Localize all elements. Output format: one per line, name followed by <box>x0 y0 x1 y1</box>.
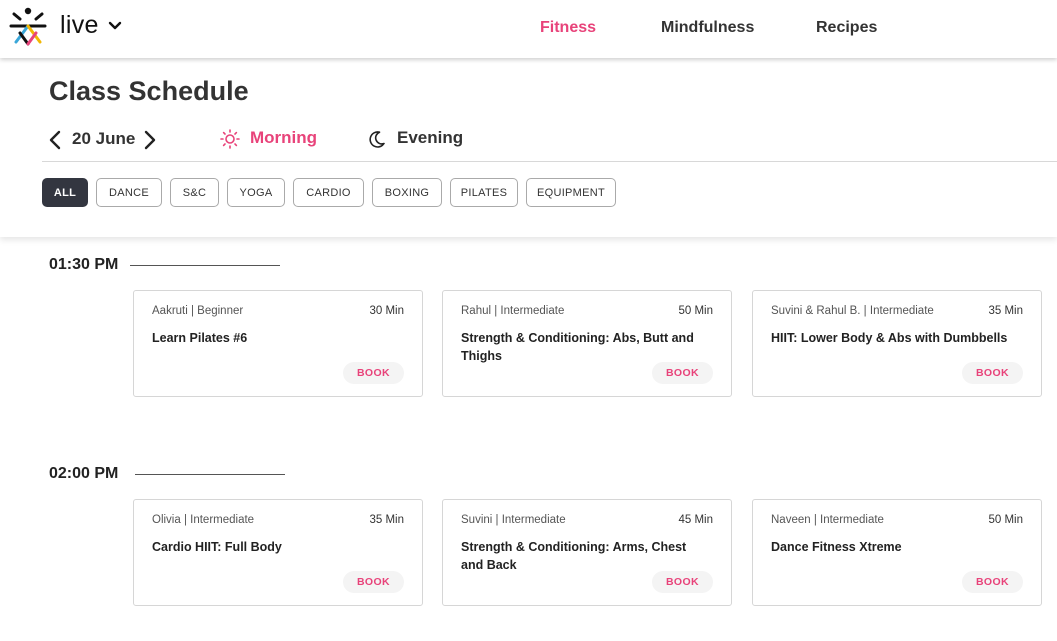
trainer-level: Naveen | Intermediate <box>771 514 884 526</box>
chevron-down-icon[interactable] <box>108 20 122 32</box>
class-title: HIIT: Lower Body & Abs with Dumbbells <box>771 331 1008 345</box>
sun-icon <box>220 129 240 149</box>
filter-chip-yoga[interactable]: YOGA <box>227 178 285 207</box>
class-title: Learn Pilates #6 <box>152 331 248 345</box>
class-duration: 30 Min <box>369 305 404 317</box>
class-duration: 35 Min <box>369 514 404 526</box>
filter-chip-all[interactable]: ALL <box>42 178 88 207</box>
brand-logo-icon[interactable] <box>8 6 48 48</box>
book-button[interactable]: BOOK <box>652 571 713 593</box>
header-divider <box>42 161 1057 162</box>
class-card[interactable]: Aakruti | Beginner 30 Min Learn Pilates … <box>133 290 423 397</box>
book-button[interactable]: BOOK <box>962 362 1023 384</box>
time-slot-label: 02:00 PM <box>49 465 119 482</box>
nav-mindfulness[interactable]: Mindfulness <box>661 19 754 37</box>
time-slot-label: 01:30 PM <box>49 256 119 273</box>
filter-chip-sc[interactable]: S&C <box>170 178 219 207</box>
class-title: Cardio HIIT: Full Body <box>152 540 282 554</box>
page-title: Class Schedule <box>49 76 249 106</box>
filter-chip-cardio[interactable]: CARDIO <box>293 178 364 207</box>
class-card[interactable]: Naveen | Intermediate 50 Min Dance Fitne… <box>752 499 1042 606</box>
trainer-level: Rahul | Intermediate <box>461 305 565 317</box>
time-slot-divider <box>130 265 280 266</box>
filter-chip-pilates[interactable]: PILATES <box>450 178 518 207</box>
chevron-right-icon[interactable] <box>143 130 157 150</box>
selected-date: 20 June <box>72 129 136 148</box>
class-card[interactable]: Rahul | Intermediate 50 Min Strength & C… <box>442 290 732 397</box>
brand-name[interactable]: live <box>60 11 99 40</box>
book-button[interactable]: BOOK <box>652 362 713 384</box>
nav-recipes[interactable]: Recipes <box>816 19 877 37</box>
class-card[interactable]: Suvini & Rahul B. | Intermediate 35 Min … <box>752 290 1042 397</box>
class-duration: 45 Min <box>678 514 713 526</box>
class-card[interactable]: Olivia | Intermediate 35 Min Cardio HIIT… <box>133 499 423 606</box>
slot-label-morning: Morning <box>250 128 318 147</box>
filter-chip-boxing[interactable]: BOXING <box>372 178 442 207</box>
filter-chip-equipment[interactable]: EQUIPMENT <box>526 178 616 207</box>
slot-label-evening: Evening <box>397 128 464 147</box>
moon-icon <box>369 131 385 148</box>
time-slot-divider <box>135 474 285 475</box>
nav-fitness[interactable]: Fitness <box>540 19 596 37</box>
class-title: Strength & Conditioning: Abs, Butt and T… <box>461 331 694 363</box>
class-duration: 35 Min <box>988 305 1023 317</box>
class-card[interactable]: Suvini | Intermediate 45 Min Strength & … <box>442 499 732 606</box>
top-navigation-bar: live Fitness Mindfulness Recipes <box>0 0 1057 58</box>
class-title: Strength & Conditioning: Arms, Chest and… <box>461 540 687 572</box>
class-duration: 50 Min <box>678 305 713 317</box>
book-button[interactable]: BOOK <box>962 571 1023 593</box>
class-duration: 50 Min <box>988 514 1023 526</box>
trainer-level: Suvini | Intermediate <box>461 514 566 526</box>
chevron-left-icon[interactable] <box>48 130 62 150</box>
trainer-level: Olivia | Intermediate <box>152 514 255 526</box>
filter-chip-dance[interactable]: DANCE <box>96 178 162 207</box>
trainer-level: Aakruti | Beginner <box>152 305 244 317</box>
class-title: Dance Fitness Xtreme <box>771 540 902 554</box>
book-button[interactable]: BOOK <box>343 362 404 384</box>
trainer-level: Suvini & Rahul B. | Intermediate <box>771 305 934 317</box>
schedule-header: Class Schedule 20 June Morning Evening A… <box>0 58 1057 237</box>
book-button[interactable]: BOOK <box>343 571 404 593</box>
